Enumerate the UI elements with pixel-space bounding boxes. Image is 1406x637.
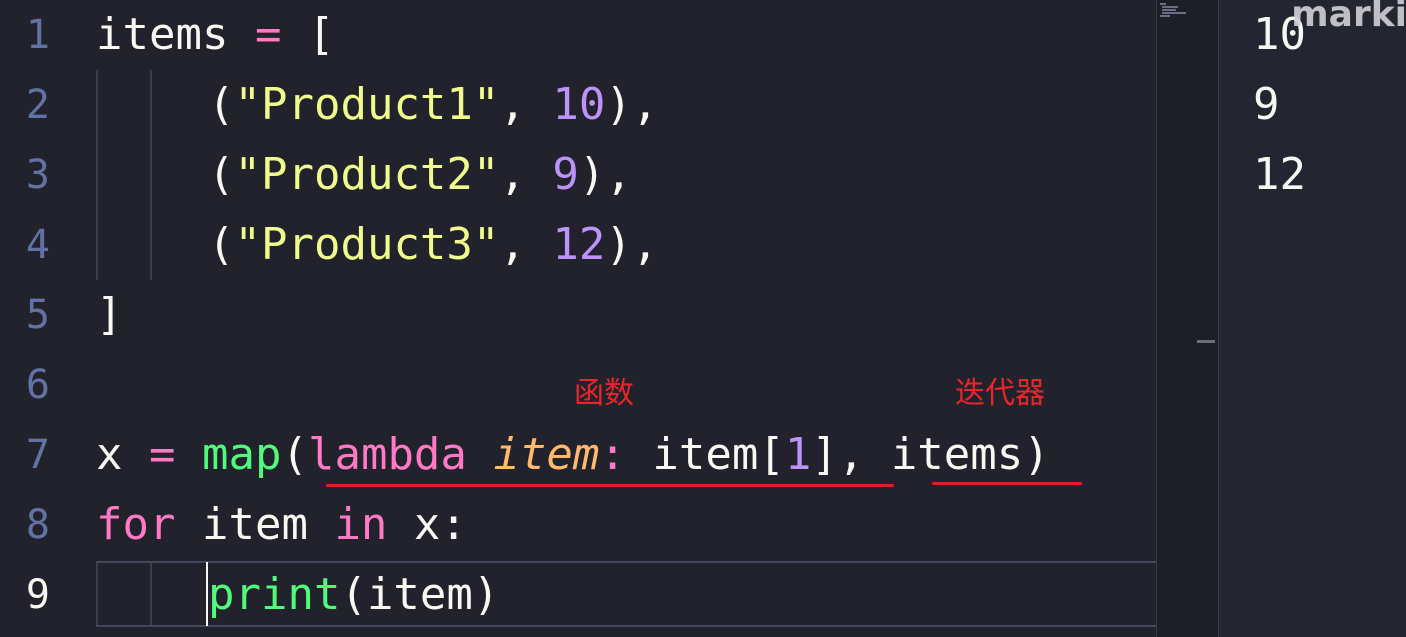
output-line: 12: [1253, 149, 1306, 200]
code-line-7[interactable]: x = map(lambda item: item[1], items): [96, 420, 1050, 490]
code-line-5[interactable]: ]: [96, 280, 123, 350]
number-literal: 10: [552, 79, 606, 130]
comma: ,: [499, 149, 553, 200]
string-literal: "Product1": [234, 79, 500, 130]
minimap[interactable]: [1156, 0, 1219, 637]
number-literal: 12: [552, 219, 606, 270]
annotation-function-label: 函数: [574, 376, 634, 411]
identifier: items: [96, 9, 229, 60]
minimap-line: [1162, 9, 1176, 11]
indent-guide: [96, 70, 98, 280]
minimap-line: [1160, 15, 1170, 17]
identifier: x: [96, 429, 123, 480]
line-number: 7: [25, 432, 50, 478]
identifier: items: [890, 429, 1024, 480]
bracket: ]: [96, 289, 123, 340]
comma: ,: [499, 219, 553, 270]
annotation-iterator-label: 迭代器: [955, 376, 1045, 411]
paren: ),: [578, 149, 632, 200]
keyword: in: [334, 499, 388, 550]
string-literal: "Product3": [234, 219, 500, 270]
bracket: [: [307, 9, 335, 60]
builtin-function: map: [201, 429, 282, 480]
line-number-current: 9: [25, 572, 50, 618]
line-number-gutter: 1 2 3 4 5 6 7 8 9: [0, 0, 90, 637]
expression: ],: [811, 429, 891, 480]
paren: (: [281, 429, 308, 480]
code-line-9[interactable]: print(item): [208, 560, 499, 630]
paren: ): [1023, 429, 1050, 480]
line-number: 4: [25, 222, 50, 268]
paren: ),: [605, 79, 659, 130]
watermark: marki: [1291, 0, 1406, 35]
parameter: item: [493, 429, 600, 480]
string-literal: "Product2": [234, 149, 500, 200]
annotation-iterator-underline: [932, 482, 1082, 485]
code-line-3[interactable]: ("Product2", 9),: [208, 140, 632, 210]
minimap-line: [1162, 12, 1186, 14]
operator: =: [228, 9, 308, 60]
expression: item[: [652, 429, 785, 480]
colon: :: [599, 429, 653, 480]
annotation-function-underline: [326, 484, 894, 487]
operator: =: [122, 429, 202, 480]
line-number: 1: [25, 12, 50, 58]
screen: 1 2 3 4 5 6 7 8 9 items = [ ("Product1",…: [0, 0, 1406, 637]
identifier: item: [175, 499, 335, 550]
expression: (item): [340, 569, 500, 620]
keyword: lambda: [307, 429, 467, 480]
line-number: 3: [25, 152, 50, 198]
output-panel[interactable]: 10 9 12 marki: [1218, 0, 1406, 637]
code-line-8[interactable]: for item in x:: [96, 490, 467, 560]
code-line-2[interactable]: ("Product1", 10),: [208, 70, 658, 140]
output-line: 9: [1253, 79, 1280, 130]
code-editor[interactable]: 1 2 3 4 5 6 7 8 9 items = [ ("Product1",…: [0, 0, 1156, 637]
scrollbar-thumb[interactable]: [1197, 340, 1215, 343]
paren: (: [208, 79, 235, 130]
builtin-function: print: [208, 569, 341, 620]
number-literal: 9: [552, 149, 579, 200]
indent-guide: [150, 70, 152, 280]
expression: x:: [387, 499, 467, 550]
paren: (: [208, 219, 235, 270]
line-number: 6: [25, 362, 50, 408]
line-number: 2: [25, 82, 50, 128]
minimap-line: [1160, 3, 1166, 5]
code-line-1[interactable]: items = [: [96, 0, 334, 70]
number-literal: 1: [784, 429, 812, 480]
line-number: 8: [25, 502, 50, 548]
minimap-line: [1162, 6, 1178, 8]
paren: (: [208, 149, 235, 200]
code-line-4[interactable]: ("Product3", 12),: [208, 210, 658, 280]
paren: ),: [605, 219, 659, 270]
keyword: for: [96, 499, 176, 550]
line-number: 5: [25, 292, 50, 338]
comma: ,: [499, 79, 553, 130]
text-cursor: [206, 562, 208, 626]
